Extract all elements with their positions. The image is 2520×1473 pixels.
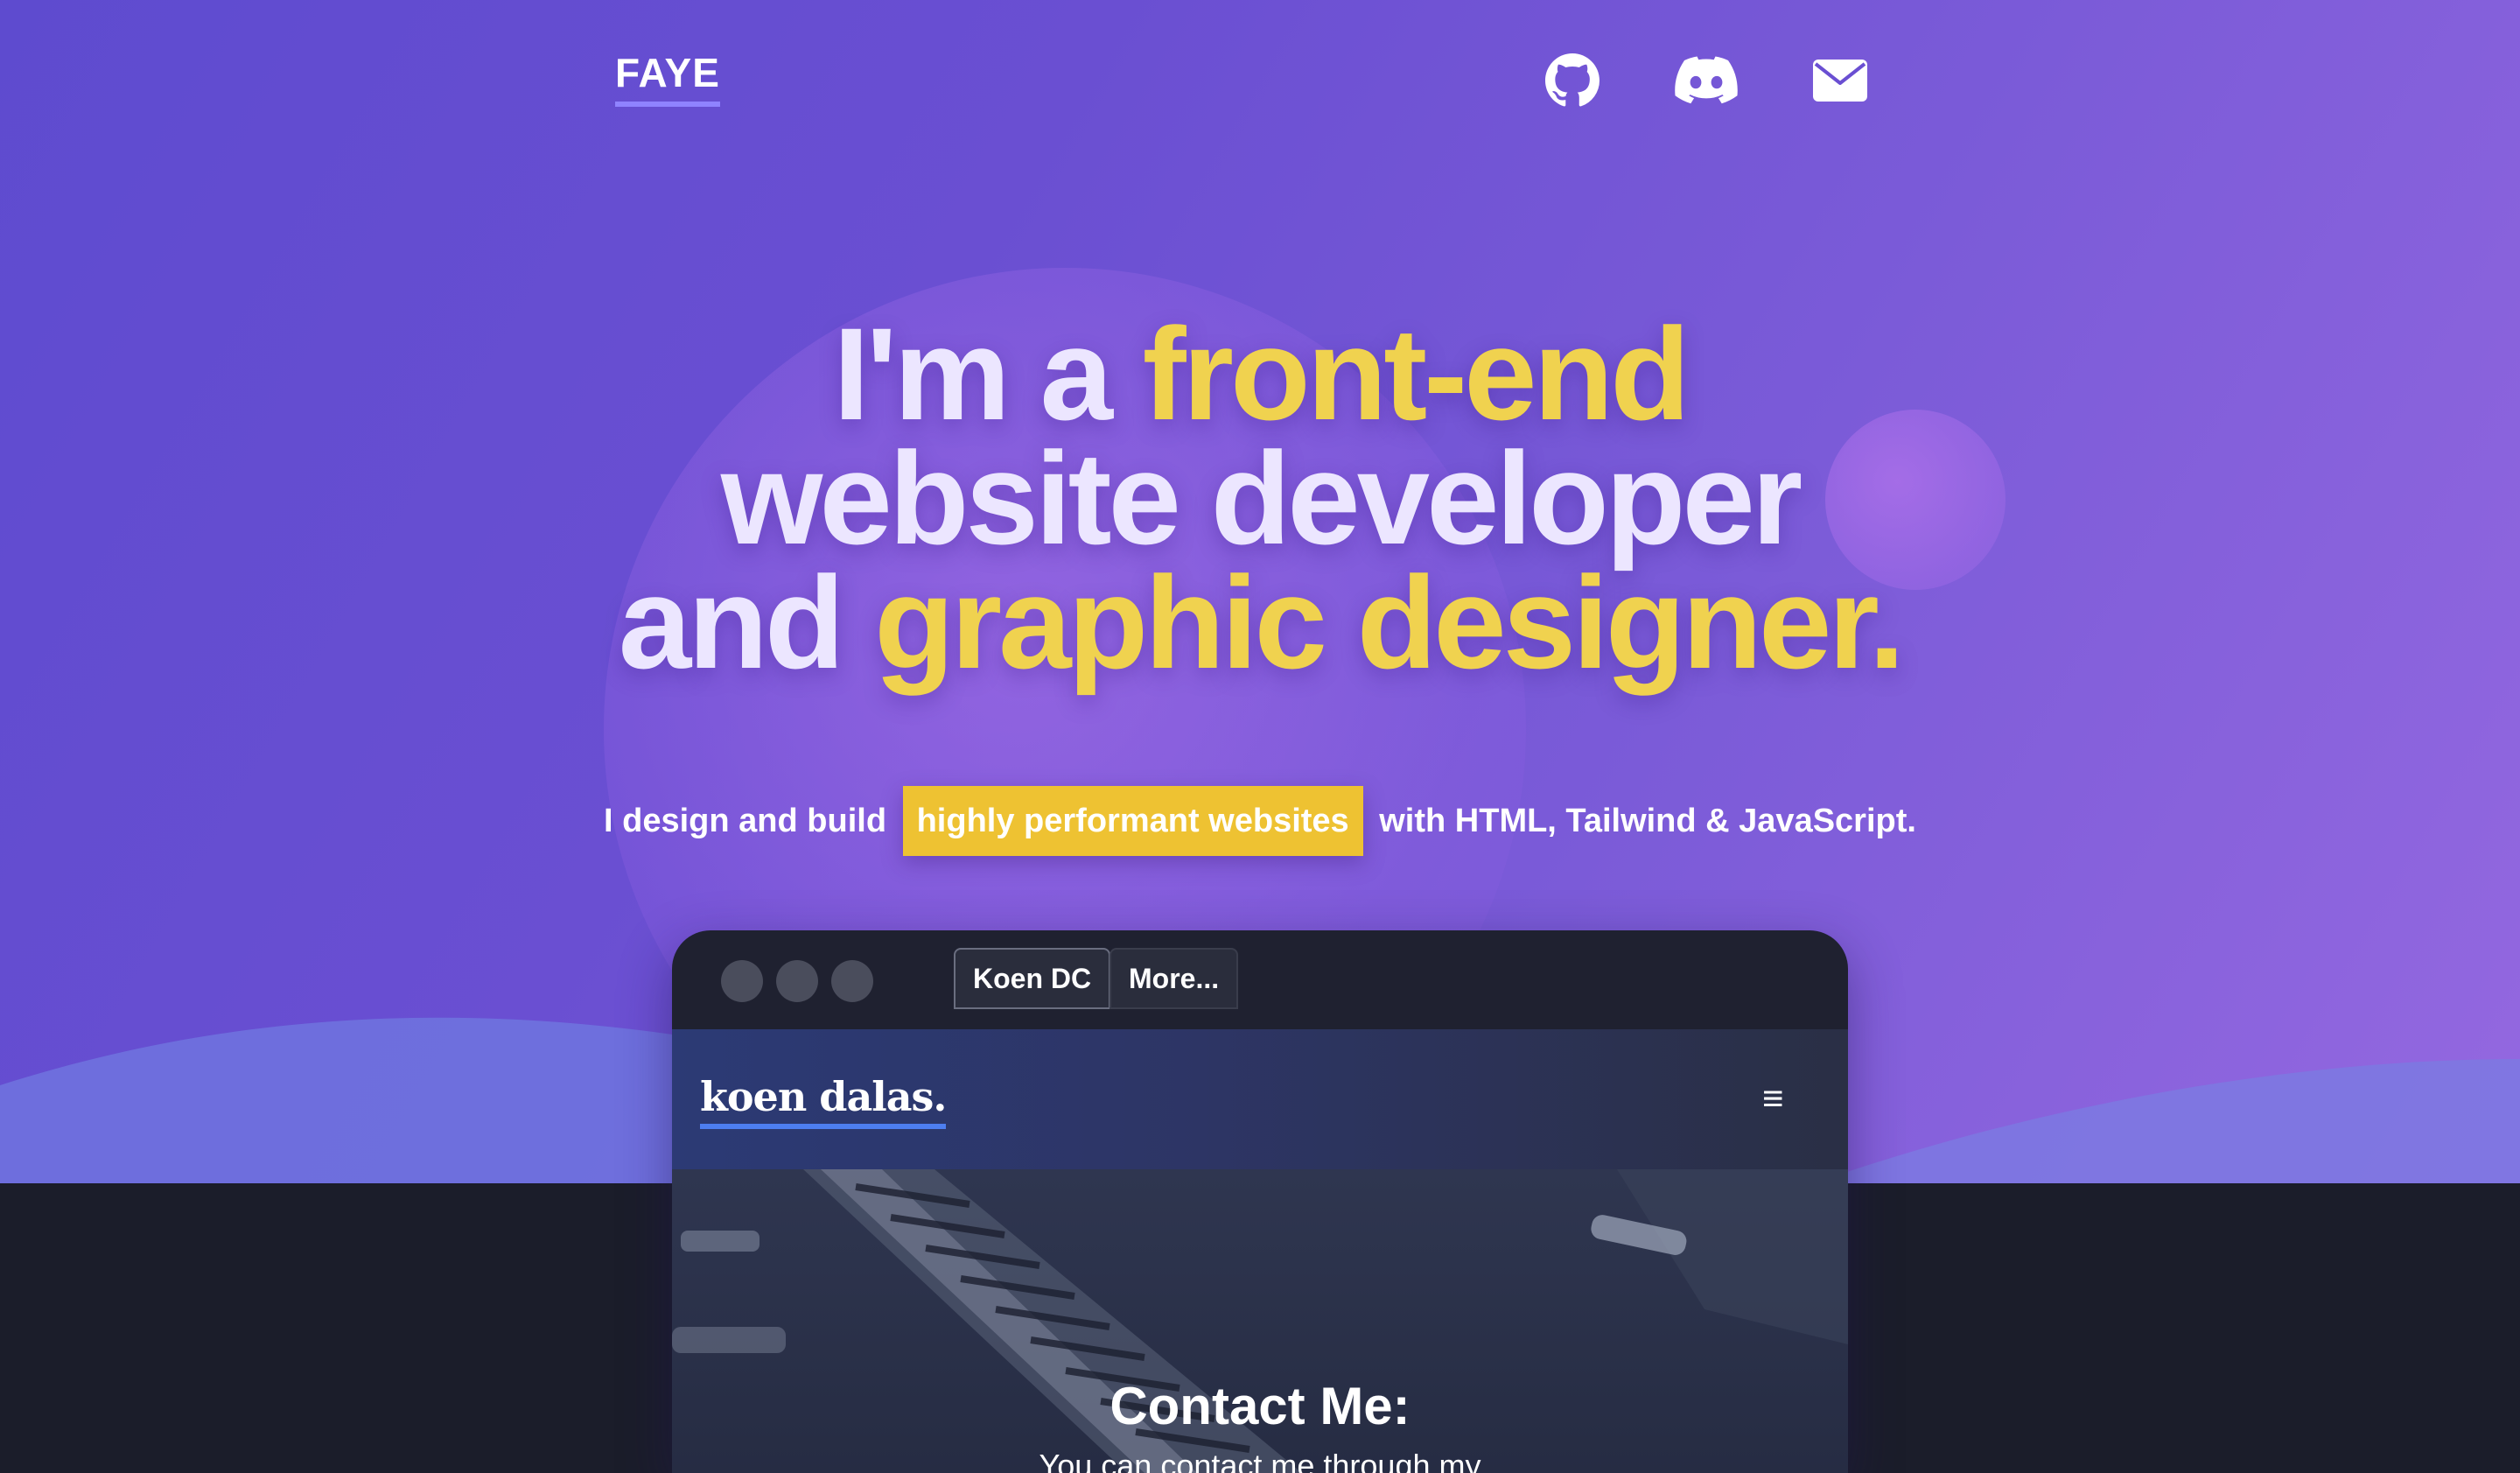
headline-highlight-2: graphic designer. (874, 549, 1905, 696)
hero-tagline: I design and build highly performant web… (0, 786, 2520, 856)
headline-line-3: and graphic designer. (618, 549, 1905, 696)
preview-site-nav: koen dalas. ≡ (672, 1029, 1848, 1169)
site-logo[interactable]: FAYE (615, 49, 720, 107)
headline-line-1: I'm a front-end (833, 300, 1690, 447)
mail-icon (1813, 60, 1867, 102)
github-link[interactable] (1537, 46, 1607, 116)
tab-koen-dc[interactable]: Koen DC (954, 948, 1111, 1009)
hamburger-menu-icon[interactable]: ≡ (1762, 1080, 1784, 1117)
hero-headline: I'm a front-end website developer and gr… (0, 300, 2520, 696)
tab-more[interactable]: More... (1110, 948, 1239, 1009)
tagline-suffix: with HTML, Tailwind & JavaScript. (1379, 803, 1916, 839)
discord-icon (1675, 56, 1738, 104)
email-link[interactable] (1805, 46, 1875, 116)
headline-line-2: website developer (720, 424, 1803, 572)
tagline-prefix: I design and build (604, 803, 887, 839)
window-dot-close[interactable] (721, 960, 763, 1002)
preview-site-hero: Contact Me: You can contact me through m… (672, 1169, 1848, 1473)
browser-preview: Koen DC More... koen dalas. ≡ Contact Me… (672, 930, 1848, 1473)
contact-text: You can contact me through my (1039, 1448, 1481, 1473)
github-icon (1545, 53, 1600, 107)
window-dot-maximize[interactable] (831, 960, 873, 1002)
window-dot-minimize[interactable] (776, 960, 818, 1002)
tagline-highlight: highly performant websites (902, 786, 1363, 856)
discord-link[interactable] (1671, 46, 1741, 116)
preview-site-logo[interactable]: koen dalas. (700, 1073, 947, 1129)
contact-title: Contact Me: (1110, 1377, 1410, 1435)
